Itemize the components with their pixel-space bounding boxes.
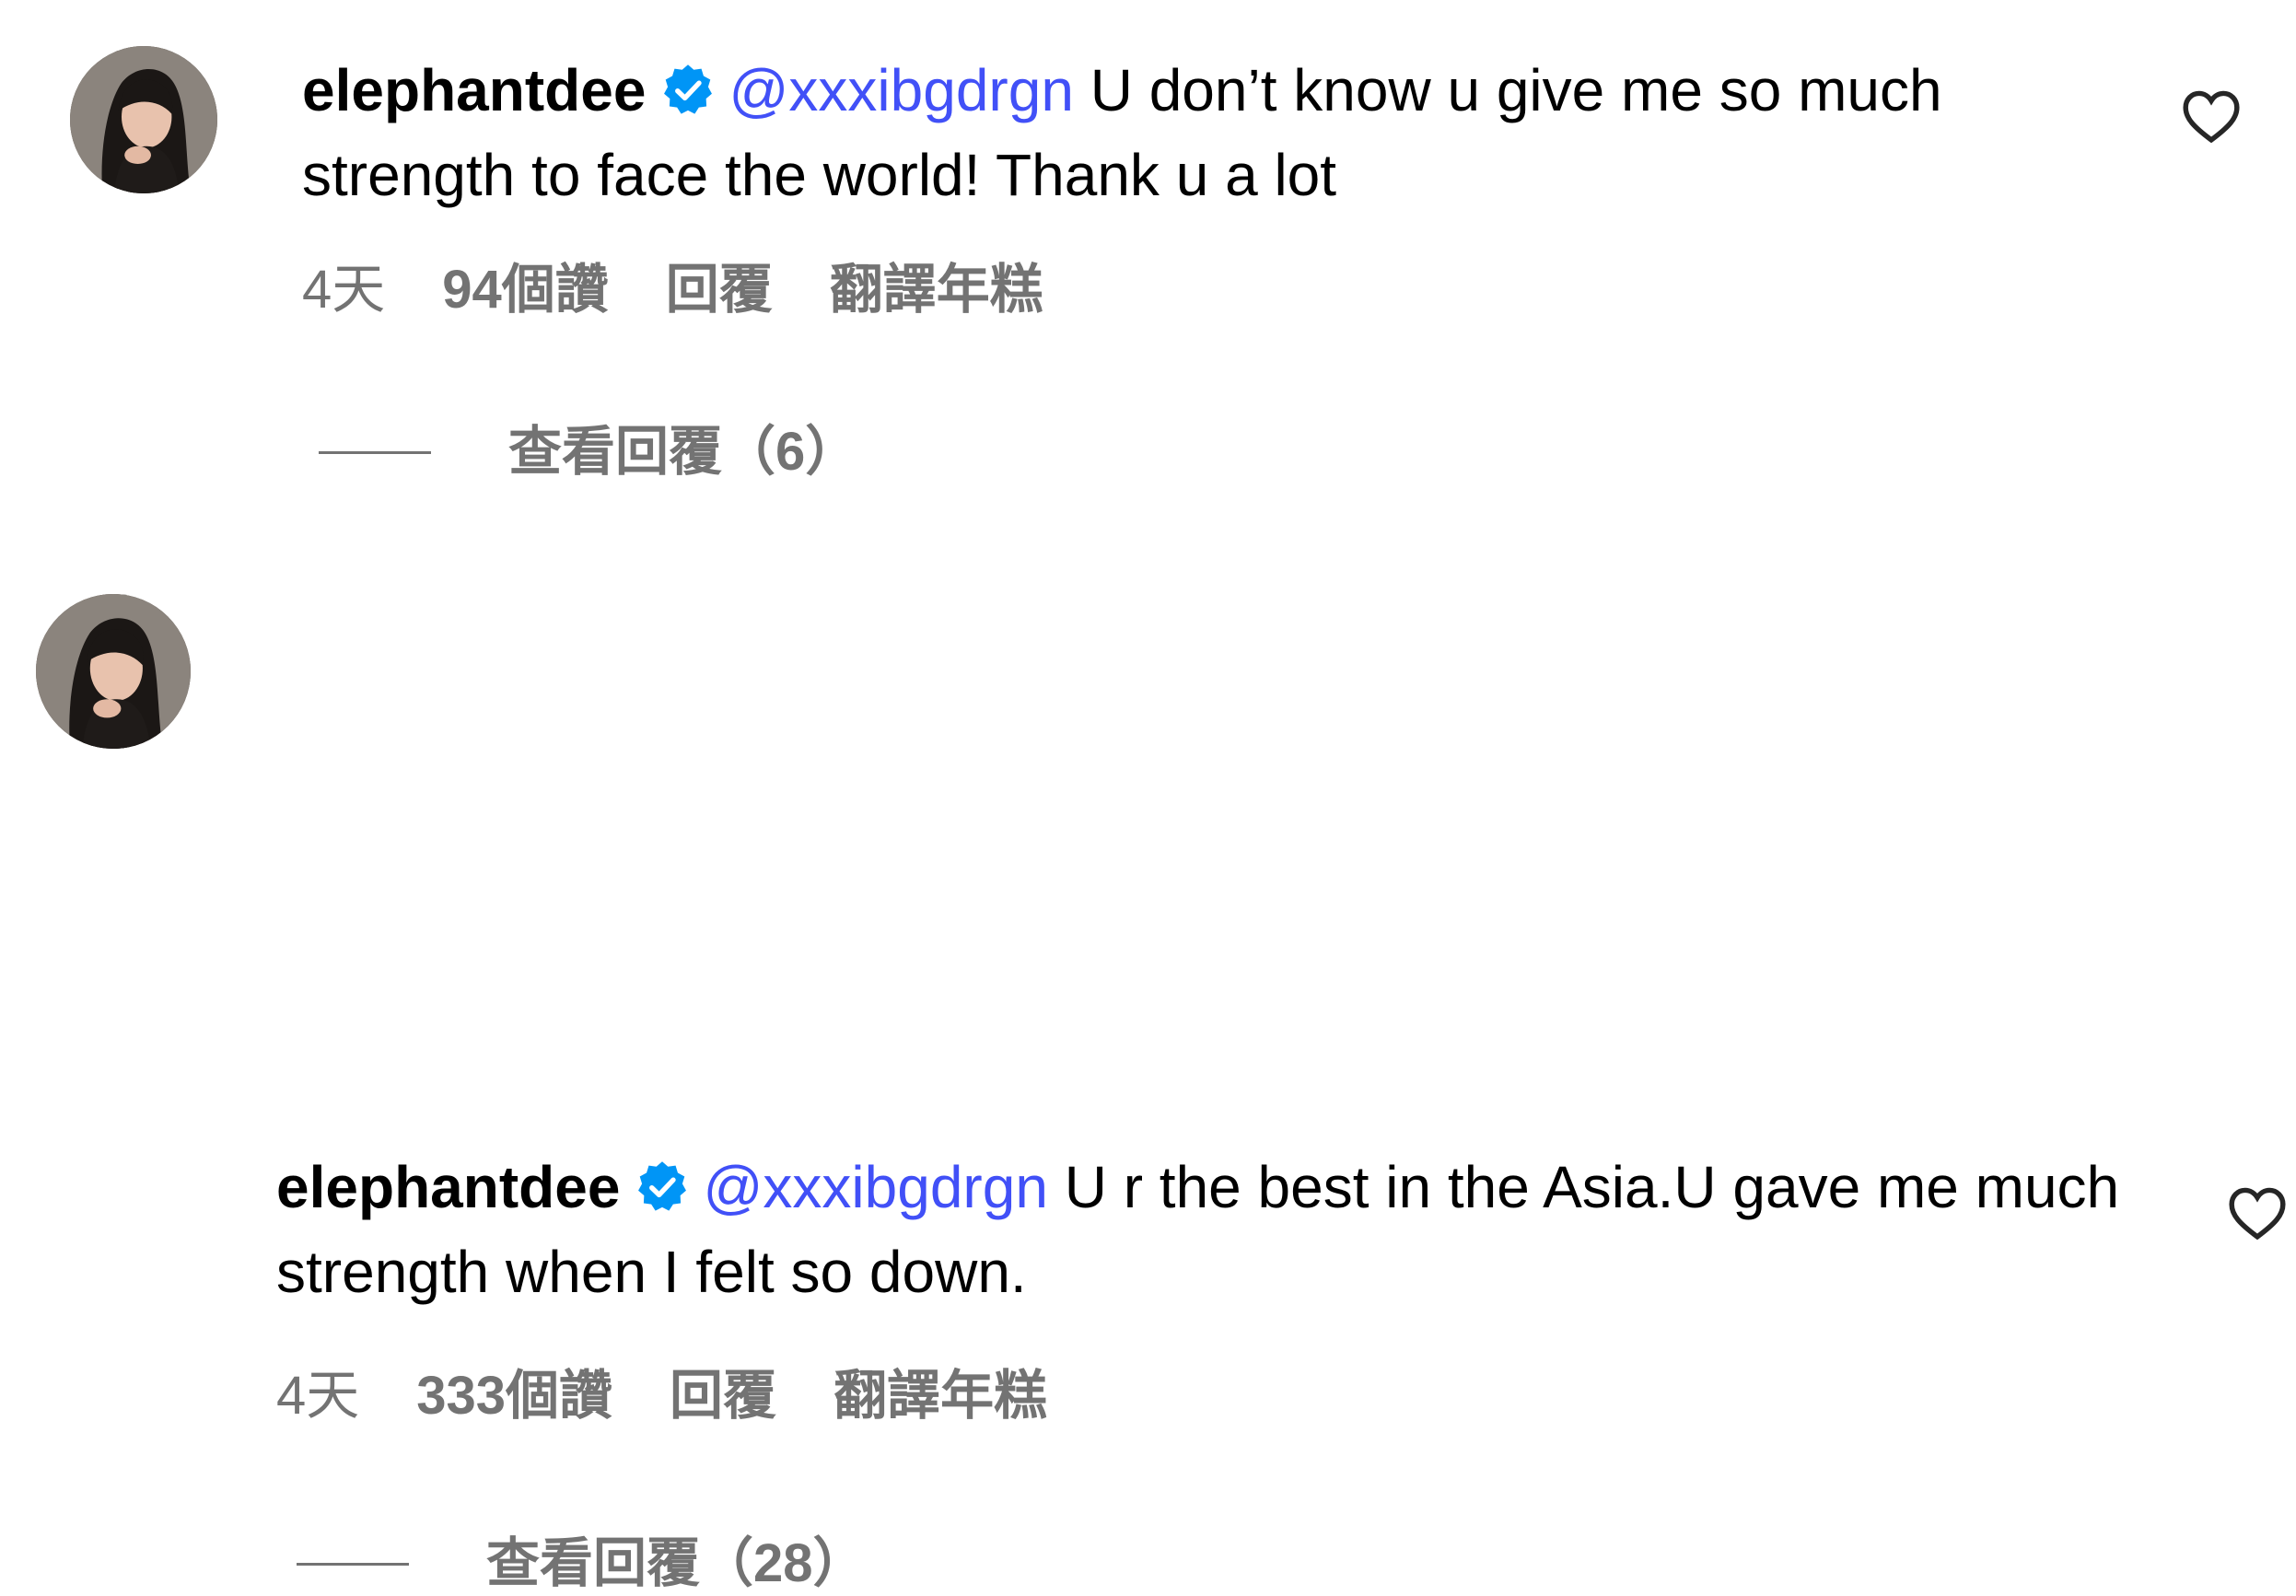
reply-button[interactable]: 回覆 [666, 258, 773, 322]
avatar[interactable] [70, 46, 217, 193]
comment-time[interactable]: 4天 [302, 258, 385, 322]
avatar[interactable] [36, 594, 191, 749]
like-count[interactable]: 94個讚 [442, 258, 609, 322]
divider-line [319, 450, 431, 454]
comment-body: elephantdee @xxxibgdrgn U r the best in t… [276, 1145, 2155, 1314]
mention-link[interactable]: @xxxibgdrgn [728, 57, 1073, 123]
divider-line [297, 1562, 409, 1566]
mention-link[interactable]: @xxxibgdrgn [703, 1154, 1047, 1220]
username-link[interactable]: elephantdee [302, 57, 646, 123]
view-replies-label: 查看回覆（28） [486, 1533, 867, 1593]
reply-button[interactable]: 回覆 [670, 1364, 776, 1428]
comment-body: elephantdee @xxxibgdrgn U don’t know u gi… [302, 48, 2144, 217]
heart-icon[interactable] [2181, 88, 2242, 144]
username-link[interactable]: elephantdee [276, 1154, 620, 1220]
verified-badge-icon [635, 1159, 690, 1215]
view-replies-button[interactable]: 查看回覆（6） [319, 420, 858, 484]
avatar-photo [70, 46, 217, 193]
avatar-photo [36, 594, 191, 749]
comment-time[interactable]: 4天 [276, 1364, 359, 1428]
comment-meta: 4天 333個讚 回覆 翻譯年糕 [276, 1364, 1104, 1428]
view-replies-label: 查看回覆（6） [508, 422, 859, 482]
like-count[interactable]: 333個讚 [416, 1364, 612, 1428]
view-replies-button[interactable]: 查看回覆（28） [297, 1532, 867, 1596]
verified-badge-icon [660, 63, 716, 118]
heart-icon[interactable] [2227, 1185, 2288, 1241]
comment-meta: 4天 94個讚 回覆 翻譯年糕 [302, 258, 1101, 322]
translate-button[interactable]: 翻譯年糕 [833, 1364, 1047, 1428]
translate-button[interactable]: 翻譯年糕 [830, 258, 1043, 322]
